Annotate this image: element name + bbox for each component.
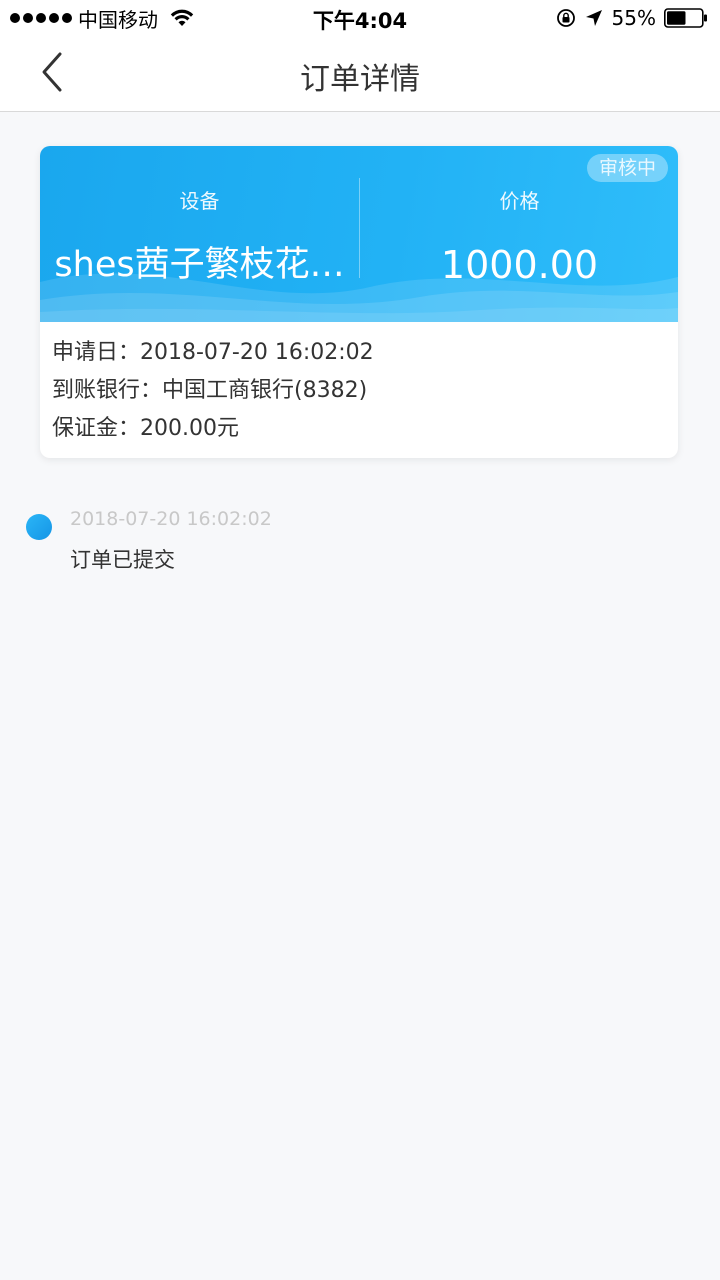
rotation-lock-icon xyxy=(556,9,575,27)
price-label: 价格 xyxy=(499,189,540,213)
price-column: 价格 1000.00 xyxy=(360,186,678,290)
location-arrow-icon xyxy=(585,10,602,26)
timeline-dot xyxy=(26,514,52,540)
device-label: 设备 xyxy=(179,189,220,213)
price-value: 1000.00 xyxy=(440,243,599,287)
nav-bar: 订单详情 xyxy=(0,36,720,112)
card-details: 申请日：2018-07-20 16:02:02 到账银行：中国工商银行(8382… xyxy=(52,334,662,448)
battery-icon xyxy=(664,8,707,28)
deposit-amount: 保证金：200.00元 xyxy=(52,416,239,441)
device-column: 设备 shes茜子繁枝花… xyxy=(40,186,359,290)
receiving-bank: 到账银行：中国工商银行(8382) xyxy=(52,378,368,403)
timeline-time: 2018-07-20 16:02:02 xyxy=(70,508,272,530)
timeline-text: 订单已提交 xyxy=(70,548,175,572)
device-value: shes茜子繁枝花… xyxy=(54,245,345,285)
card-header: 审核中 设备 shes茜子繁枝花… 价格 1000.00 xyxy=(40,146,678,322)
page-title: 订单详情 xyxy=(300,62,420,97)
order-card: 审核中 设备 shes茜子繁枝花… 价格 1000.00 申请日：2018-07… xyxy=(40,146,678,458)
status-bar: 中国移动 下午4:04 55% xyxy=(0,0,720,36)
status-badge: 审核中 xyxy=(586,154,668,182)
apply-date: 申请日：2018-07-20 16:02:02 xyxy=(52,340,374,365)
status-right: 55% xyxy=(556,5,708,31)
battery-percent: 55% xyxy=(611,6,656,30)
